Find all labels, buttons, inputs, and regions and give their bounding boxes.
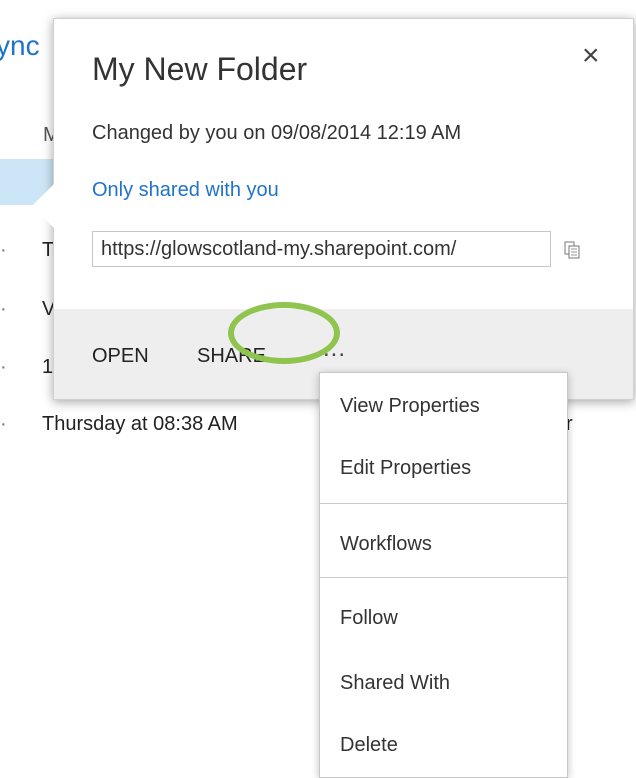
folder-callout: My New Folder × Changed by you on 09/08/… xyxy=(32,18,634,400)
menu-divider xyxy=(320,503,567,504)
more-options-menu: View Properties Edit Properties Workflow… xyxy=(319,372,568,778)
background-list-row: · Thursday at 08:38 AM xyxy=(0,413,238,436)
share-button[interactable]: SHARE xyxy=(197,345,266,368)
more-options-button[interactable]: ... xyxy=(323,335,346,363)
bullet-icon: · xyxy=(0,239,7,261)
menu-item-edit-properties[interactable]: Edit Properties xyxy=(340,457,471,480)
background-list-row: · V xyxy=(0,298,55,321)
callout-title: My New Folder xyxy=(92,51,308,87)
bullet-icon: · xyxy=(0,298,7,320)
callout-pointer xyxy=(32,184,54,228)
changed-by-text: Changed by you on 09/08/2014 12:19 AM xyxy=(92,122,462,144)
menu-item-shared-with[interactable]: Shared With xyxy=(340,672,450,695)
sharing-status-link[interactable]: Only shared with you xyxy=(92,179,279,202)
bullet-icon: · xyxy=(0,356,7,378)
menu-item-follow[interactable]: Follow xyxy=(340,607,398,630)
menu-divider xyxy=(320,577,567,578)
background-site-title: ync xyxy=(0,30,40,61)
menu-item-delete[interactable]: Delete xyxy=(340,734,398,757)
folder-url-field[interactable] xyxy=(92,231,551,267)
background-row-text: Thursday at 08:38 AM xyxy=(42,413,238,435)
menu-item-view-properties[interactable]: View Properties xyxy=(340,395,480,418)
open-button[interactable]: OPEN xyxy=(92,345,149,368)
background-row-text: 1 xyxy=(42,356,54,378)
background-list-row: · 1 xyxy=(0,356,53,379)
close-icon[interactable]: × xyxy=(582,41,600,71)
background-list-row: · T xyxy=(0,239,54,262)
bullet-icon: · xyxy=(0,413,7,435)
menu-item-workflows[interactable]: Workflows xyxy=(340,533,432,556)
copy-to-clipboard-icon[interactable] xyxy=(564,241,580,259)
